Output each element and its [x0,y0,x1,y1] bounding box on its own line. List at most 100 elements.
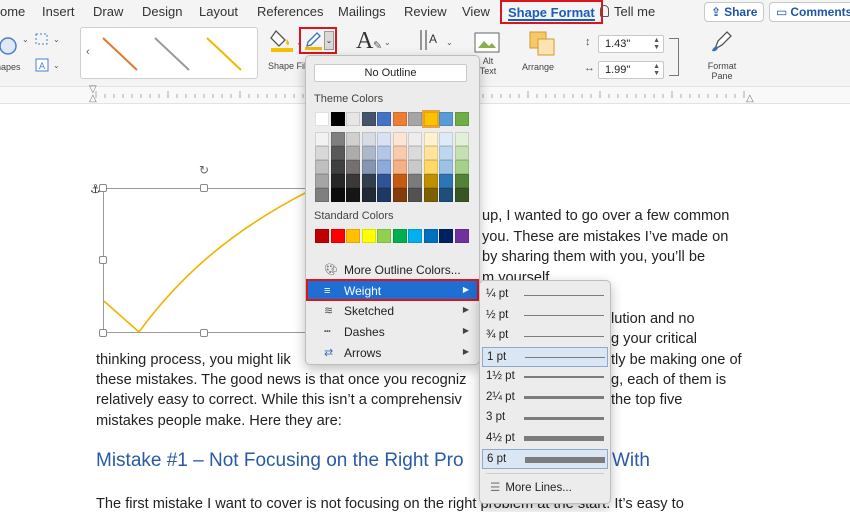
theme-color-shade-swatch[interactable] [315,132,329,146]
theme-color-shade-swatch[interactable] [315,160,329,174]
theme-color-shade-swatch[interactable] [377,188,391,202]
resize-handle[interactable] [99,256,107,264]
theme-color-shade-swatch[interactable] [330,146,345,160]
theme-color-shade-swatch[interactable] [454,160,469,174]
tab-review[interactable]: Review [404,4,447,19]
weight-option[interactable]: 4½ pt [482,429,608,449]
theme-color-shade-swatch[interactable] [330,132,345,146]
chevron-down-icon[interactable]: ⌄ [384,38,391,47]
dashes-menu-item[interactable]: ┅ Dashes ▶ [308,322,477,342]
chevron-down-icon[interactable]: ⌄ [53,35,60,44]
theme-color-shade-swatch[interactable] [439,188,453,202]
right-indent-marker-icon[interactable]: △ [746,93,754,104]
theme-color-shade-swatch[interactable] [392,160,407,174]
lock-aspect-ratio-icon[interactable] [669,38,679,76]
gallery-style-yellow-line[interactable] [203,34,245,74]
share-button[interactable]: ⇪ Share [704,2,765,22]
theme-color-shade-swatch[interactable] [377,174,391,188]
tell-me-search[interactable]: Tell me [600,4,655,19]
weight-option[interactable]: 1½ pt [482,367,608,387]
theme-color-shade-swatch[interactable] [315,174,329,188]
weight-option[interactable]: ½ pt [482,306,608,326]
theme-color-shade-swatch[interactable] [346,174,360,188]
standard-color-swatch[interactable] [423,229,438,243]
theme-color-shade-swatch[interactable] [377,146,391,160]
theme-color-swatch[interactable] [346,112,360,126]
comments-button[interactable]: ▭ Comments [769,2,850,22]
more-lines-item[interactable]: ☰ More Lines... [490,480,572,494]
standard-color-swatch[interactable] [346,229,360,243]
tab-design[interactable]: Design [142,4,182,19]
theme-color-shade-swatch[interactable] [315,146,329,160]
theme-color-swatch[interactable] [421,110,440,128]
theme-color-shade-swatch[interactable] [454,132,469,146]
theme-color-shade-swatch[interactable] [392,188,407,202]
theme-color-shade-swatch[interactable] [392,146,407,160]
tab-insert[interactable]: Insert [42,4,75,19]
resize-handle[interactable] [99,329,107,337]
theme-color-shade-swatch[interactable] [439,174,453,188]
gallery-style-orange-line[interactable] [99,34,141,74]
resize-handle[interactable] [99,184,107,192]
theme-color-swatch[interactable] [439,112,453,126]
standard-color-swatch[interactable] [392,229,407,243]
theme-color-shade-swatch[interactable] [423,160,438,174]
shape-width-field[interactable]: 1.99" ▲ ▼ [598,61,664,79]
theme-color-shade-swatch[interactable] [346,160,360,174]
standard-color-swatch[interactable] [377,229,391,243]
theme-color-shade-swatch[interactable] [361,174,376,188]
shape-fill-button[interactable]: Shape Fill [266,27,308,83]
theme-color-shade-swatch[interactable] [377,160,391,174]
weight-option[interactable]: 2¼ pt [482,388,608,408]
standard-color-swatch[interactable] [315,229,329,243]
theme-color-swatch[interactable] [408,112,422,126]
standard-color-swatch[interactable] [454,229,469,243]
selected-line-shape[interactable] [103,188,309,334]
theme-color-shade-swatch[interactable] [439,160,453,174]
tab-references[interactable]: References [257,4,323,19]
chevron-down-icon[interactable]: ⌄ [22,35,29,44]
theme-color-shade-swatch[interactable] [392,132,407,146]
weight-option[interactable]: 3 pt [482,408,608,428]
gallery-style-gray-line[interactable] [151,34,193,74]
shape-outline-button[interactable]: ⌄ [299,27,337,54]
no-outline-button[interactable]: No Outline [314,64,467,82]
theme-color-swatch[interactable] [361,112,376,126]
theme-color-swatch[interactable] [377,112,391,126]
theme-color-swatch[interactable] [392,112,407,126]
theme-color-shade-swatch[interactable] [423,174,438,188]
resize-handle[interactable] [200,184,208,192]
arrange-button[interactable]: Arrange [520,30,564,78]
tab-draw[interactable]: Draw [93,4,123,19]
theme-color-shade-swatch[interactable] [408,174,422,188]
arrows-menu-item[interactable]: ⇄ Arrows ▶ [308,343,477,363]
chevron-down-icon[interactable]: ⌄ [446,38,453,47]
standard-color-swatch[interactable] [408,229,422,243]
rotate-handle-icon[interactable]: ↻ [199,163,209,177]
standard-color-swatch[interactable] [330,229,345,243]
theme-color-shade-swatch[interactable] [330,174,345,188]
more-outline-colors-item[interactable]: 🎨︎ More Outline Colors... [308,260,477,280]
theme-color-shade-swatch[interactable] [423,146,438,160]
chevron-down-icon[interactable]: ⌄ [324,31,334,50]
format-pane-button[interactable]: Format Pane [700,28,744,82]
chevron-down-icon[interactable]: ⌄ [53,61,60,70]
gallery-prev-icon[interactable]: ‹ [86,46,90,58]
tab-mailings[interactable]: Mailings [338,4,386,19]
theme-color-swatch[interactable] [454,112,469,126]
height-stepper[interactable]: ▲ ▼ [653,37,660,51]
theme-color-shade-swatch[interactable] [423,132,438,146]
theme-color-shade-swatch[interactable] [330,160,345,174]
theme-color-shade-swatch[interactable] [315,188,329,202]
theme-color-shade-swatch[interactable] [439,146,453,160]
theme-color-shade-swatch[interactable] [439,132,453,146]
theme-color-shade-swatch[interactable] [408,188,422,202]
theme-color-shade-swatch[interactable] [454,146,469,160]
theme-color-swatch[interactable] [330,112,345,126]
sketched-menu-item[interactable]: ≋ Sketched ▶ [308,301,477,321]
theme-color-shade-swatch[interactable] [361,160,376,174]
weight-option[interactable]: ¼ pt [482,285,608,305]
theme-color-shade-swatch[interactable] [346,188,360,202]
weight-option[interactable]: 6 pt [482,449,608,469]
theme-color-shade-swatch[interactable] [408,132,422,146]
